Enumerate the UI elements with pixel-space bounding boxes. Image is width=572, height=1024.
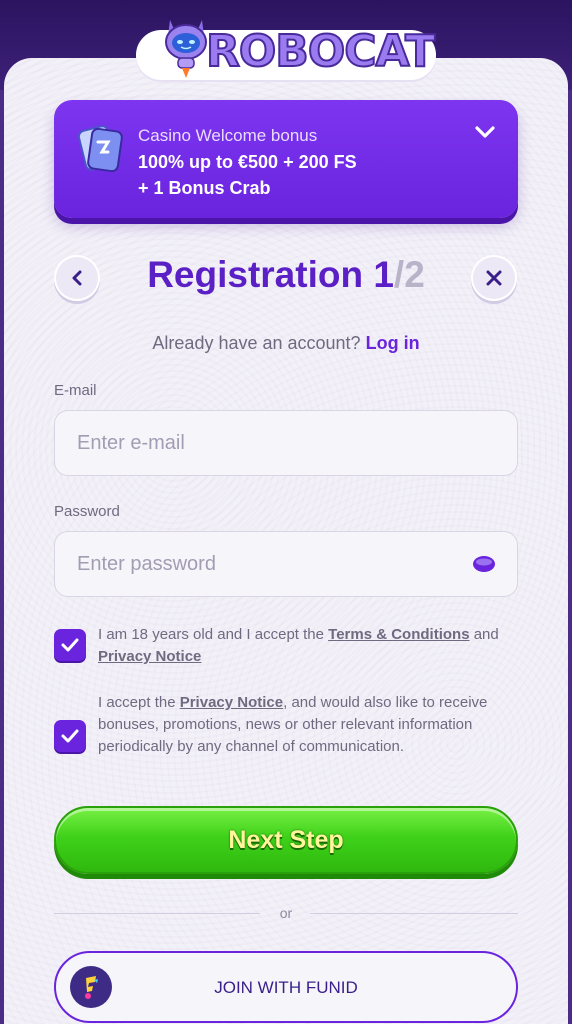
- terms-text-mid: and: [469, 626, 499, 643]
- next-step-button[interactable]: Next Step: [54, 806, 518, 874]
- marketing-consent-text: I accept the Privacy Notice, and would a…: [98, 692, 508, 758]
- funid-icon: [85, 976, 98, 999]
- close-icon: [486, 270, 502, 286]
- chevron-down-icon[interactable]: [474, 124, 496, 140]
- terms-checkbox[interactable]: [54, 629, 86, 661]
- terms-conditions-link[interactable]: Terms & Conditions: [328, 626, 469, 643]
- divider-text: or: [279, 905, 293, 921]
- marketing-checkbox[interactable]: [54, 720, 86, 752]
- login-prompt: Already have an account? Log in: [0, 333, 572, 354]
- step-total: /2: [393, 254, 425, 295]
- bonus-title: Casino Welcome bonus: [138, 126, 318, 145]
- robocat-logo: ROBOCAT: [136, 12, 436, 84]
- checkmark-icon: [61, 729, 79, 743]
- login-prompt-text: Already have an account?: [152, 333, 361, 353]
- welcome-bonus-banner[interactable]: Casino Welcome bonus 100% up to €500 + 2…: [54, 100, 518, 218]
- bonus-offer-line2: + 1 Bonus Crab: [138, 178, 271, 198]
- terms-consent-text: I am 18 years old and I accept the Terms…: [98, 624, 508, 668]
- email-field[interactable]: [54, 410, 518, 476]
- email-label: E-mail: [54, 382, 97, 399]
- step-current: 1: [373, 254, 394, 295]
- privacy-notice-link-2[interactable]: Privacy Notice: [180, 694, 283, 711]
- funid-logo-icon: [70, 966, 112, 1008]
- bonus-offer-line1: 100% up to €500 + 200 FS: [138, 152, 357, 172]
- checkmark-icon: [61, 638, 79, 652]
- divider-right: [310, 913, 518, 914]
- join-with-funid-button[interactable]: [54, 951, 518, 1023]
- bonus-card-icon: [77, 125, 123, 173]
- terms-text-before: I am 18 years old and I accept the: [98, 626, 329, 643]
- logo-text: ROBOCAT: [205, 25, 436, 78]
- marketing-text-before: I accept the: [98, 694, 180, 711]
- close-button[interactable]: [471, 255, 517, 301]
- privacy-notice-link[interactable]: Privacy Notice: [98, 648, 201, 665]
- password-label: Password: [54, 503, 120, 520]
- divider-left: [54, 913, 260, 914]
- page-title-text: Registration: [147, 254, 364, 295]
- password-field[interactable]: [54, 531, 518, 597]
- login-link[interactable]: Log in: [366, 333, 420, 353]
- eye-icon[interactable]: [472, 554, 496, 574]
